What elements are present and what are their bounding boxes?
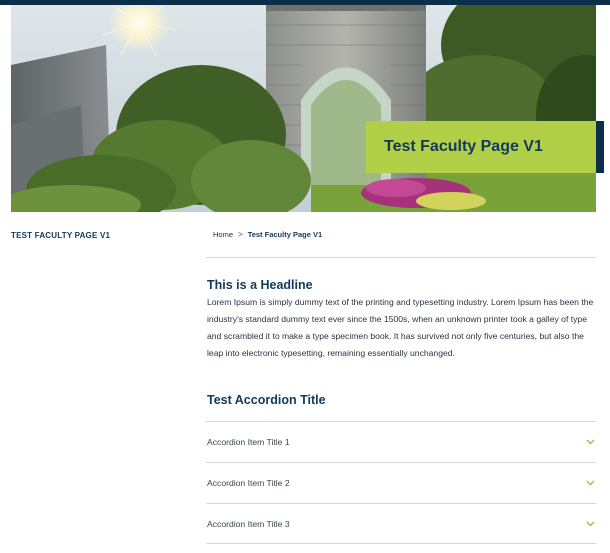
hero-title-accent: [596, 121, 604, 173]
chevron-down-icon[interactable]: [585, 437, 595, 447]
chevron-down-icon[interactable]: [585, 519, 595, 529]
accordion-item[interactable]: Accordion Item Title 2: [206, 462, 596, 503]
breadcrumb-current: Test Faculty Page V1: [247, 230, 323, 239]
content-body-text: Lorem Ipsum is simply dummy text of the …: [207, 297, 594, 358]
breadcrumb: Home > Test Faculty Page V1: [213, 230, 322, 239]
hero-title: Test Faculty Page V1: [384, 138, 543, 155]
accordion-item-label: Accordion Item Title 1: [207, 437, 290, 447]
accordion-item-label: Accordion Item Title 3: [207, 518, 290, 529]
accordion-item[interactable]: Accordion Item Title 3: [206, 503, 596, 544]
accordion-item-label: Accordion Item Title 2: [207, 478, 290, 488]
accordion-title: Test Accordion Title: [207, 393, 326, 407]
accordion: Accordion Item Title 1 Accordion Item Ti…: [206, 421, 596, 544]
breadcrumb-home-link[interactable]: Home: [213, 230, 233, 239]
chevron-down-icon[interactable]: [585, 478, 595, 488]
sidebar-page-title: TEST FACULTY PAGE V1: [11, 231, 111, 240]
breadcrumb-separator: >: [238, 230, 243, 239]
stone-archway-photo: [11, 5, 596, 212]
accordion-item[interactable]: Accordion Item Title 1: [206, 421, 596, 462]
hero-banner-image: [11, 5, 596, 212]
hero-title-box: Test Faculty Page V1: [366, 121, 596, 173]
content-headline: This is a Headline: [207, 278, 313, 292]
content-divider: [206, 257, 596, 258]
